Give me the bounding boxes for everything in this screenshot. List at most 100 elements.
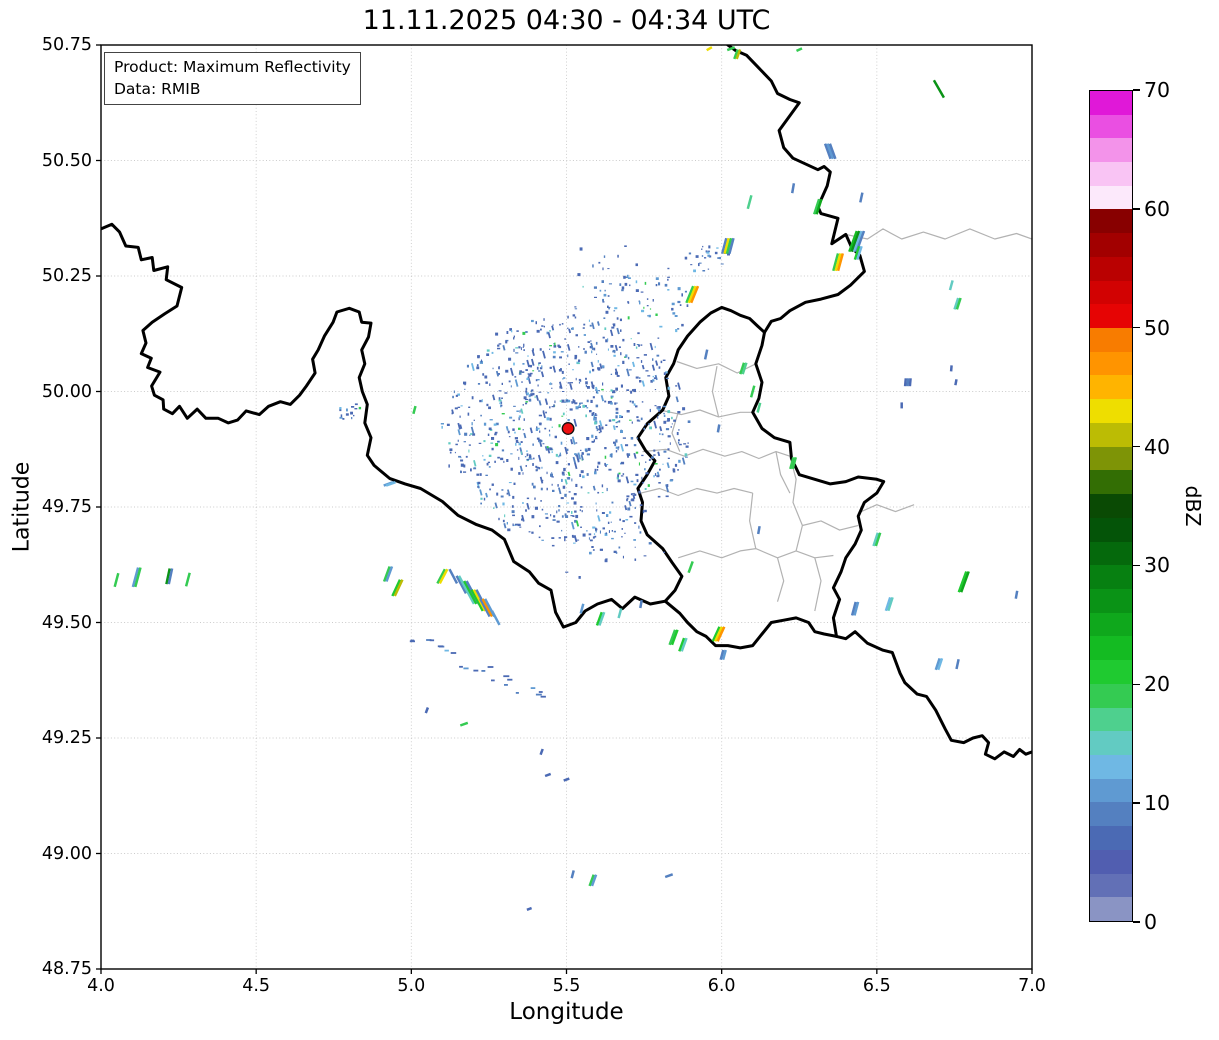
radar-echo-speck	[673, 419, 676, 422]
radar-echo-speck	[583, 348, 585, 350]
radar-echo-speck	[470, 433, 473, 435]
radar-echo-speck	[656, 475, 660, 478]
radar-echo-speck	[532, 463, 534, 466]
radar-echo-dash	[538, 691, 543, 693]
radar-echo-speck	[580, 449, 582, 451]
radar-echo-speck	[677, 287, 681, 291]
radar-echo-speck	[553, 404, 555, 408]
radar-echo-speck	[618, 546, 621, 549]
colorbar-block	[1090, 636, 1132, 661]
radar-echo-streak	[539, 748, 544, 756]
country-border	[636, 305, 886, 650]
radar-echo-speck	[605, 424, 608, 426]
radar-echo-speck	[528, 373, 532, 377]
x-tick-label: 4.5	[242, 976, 271, 996]
colorbar-block	[1090, 114, 1132, 139]
radar-echo-speck	[630, 437, 634, 440]
radar-echo-speck	[492, 367, 494, 370]
radar-echo-speck	[537, 427, 540, 430]
radar-echo-speck	[552, 355, 556, 359]
radar-echo-speck	[592, 536, 595, 539]
radar-echo-speck	[640, 291, 644, 293]
radar-echo-speck	[457, 439, 459, 442]
radar-echo-dash	[571, 521, 575, 530]
radar-echo-speck	[478, 442, 482, 444]
radar-echo-speck	[460, 470, 462, 473]
radar-echo-speck	[470, 468, 472, 472]
radar-echo-speck	[567, 463, 570, 466]
radar-echo-speck	[622, 520, 625, 523]
radar-echo-speck	[586, 473, 589, 476]
radar-echo-speck	[525, 465, 527, 467]
radar-echo-speck	[615, 421, 618, 424]
radar-echo-speck	[587, 492, 590, 494]
radar-echo-speck	[684, 256, 688, 260]
radar-echo-speck	[482, 373, 485, 376]
radar-echo-speck	[579, 473, 582, 477]
radar-echo-speck	[643, 306, 645, 309]
radar-echo-streak	[954, 379, 958, 386]
radar-echo-speck	[627, 277, 631, 279]
radar-echo-streak	[685, 285, 700, 304]
radar-echo-speck	[652, 358, 654, 361]
radar-echo-speck	[678, 439, 680, 442]
radar-echo-streak	[678, 637, 688, 652]
radar-echo-speck	[530, 393, 533, 397]
radar-echo-speck	[563, 467, 566, 472]
radar-echo-speck	[653, 454, 656, 456]
radar-echo-dash	[677, 382, 681, 390]
colorbar-block	[1090, 494, 1132, 518]
radar-echo-speck	[479, 399, 482, 403]
regional-border	[776, 557, 785, 602]
radar-echo-speck	[538, 391, 542, 393]
radar-echo-speck	[670, 426, 672, 428]
radar-echo-speck	[658, 413, 660, 416]
radar-echo-speck	[661, 433, 664, 436]
radar-echo-speck	[458, 455, 462, 458]
radar-echo-speck	[486, 349, 490, 352]
radar-echo-speck	[463, 471, 467, 473]
y-tick-label: 50.00	[41, 381, 92, 402]
radar-echo-speck	[506, 492, 509, 495]
radar-echo-speck	[675, 385, 678, 387]
radar-echo-speck	[595, 341, 598, 345]
radar-echo-speck	[471, 396, 474, 400]
radar-echo-dash	[535, 394, 539, 401]
colorbar-tick-label: 0	[1144, 910, 1158, 934]
radar-echo-speck	[566, 502, 570, 504]
colorbar-block	[1090, 375, 1132, 400]
radar-echo-speck	[500, 404, 503, 407]
radar-echo-speck	[720, 263, 724, 265]
radar-echo-speck	[648, 542, 652, 545]
radar-echo-speck	[513, 362, 515, 366]
radar-echo-speck	[613, 310, 616, 312]
radar-echo-speck	[655, 313, 658, 316]
radar-echo-dash	[641, 380, 645, 387]
radar-echo-speck	[607, 348, 609, 351]
radar-echo-speck	[580, 526, 582, 528]
radar-echo-dash	[544, 398, 549, 405]
radar-echo-speck	[591, 434, 594, 438]
radar-echo-speck	[579, 379, 582, 382]
radar-echo-speck	[662, 359, 666, 361]
radar-echo-speck	[523, 396, 527, 400]
radar-echo-speck	[500, 495, 504, 498]
radar-echo-speck	[582, 404, 585, 408]
radar-echo-speck	[677, 469, 679, 471]
radar-echo-dash	[552, 365, 557, 373]
colorbar-block	[1090, 517, 1132, 542]
radar-echo-speck	[526, 453, 529, 457]
radar-echo-speck	[353, 414, 355, 417]
radar-echo-speck	[610, 373, 613, 375]
radar-echo-speck	[677, 441, 680, 444]
radar-echo-dash	[502, 345, 506, 351]
radar-echo-speck	[630, 390, 633, 394]
radar-echo-speck	[486, 403, 489, 407]
colorbar-block	[1090, 612, 1132, 637]
radar-echo-dash	[503, 675, 510, 678]
radar-echo-speck	[655, 277, 659, 280]
colorbar-block	[1090, 185, 1132, 210]
radar-echo-streak	[903, 378, 912, 387]
radar-echo-speck	[514, 437, 518, 440]
radar-echo-speck	[628, 369, 632, 371]
